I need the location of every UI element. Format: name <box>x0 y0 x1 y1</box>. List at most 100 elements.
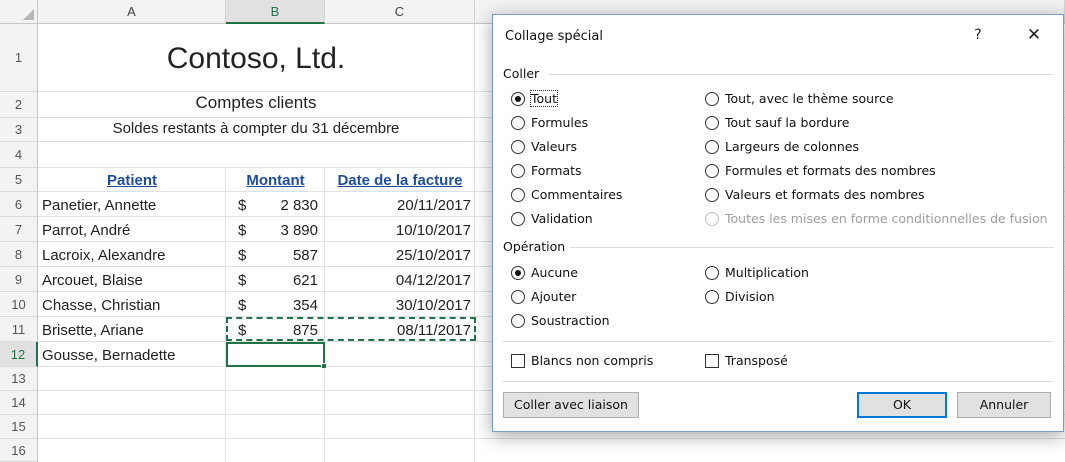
paste-link-button[interactable]: Coller avec liaison <box>503 392 639 418</box>
radio-tout-sauf-bordure[interactable]: Tout sauf la bordure <box>705 115 849 130</box>
row-header-16[interactable]: 16 <box>0 439 38 462</box>
radio-ajouter[interactable]: Ajouter <box>511 289 576 304</box>
radio-icon[interactable] <box>511 265 525 280</box>
radio-icon[interactable] <box>705 187 719 202</box>
radio-icon[interactable] <box>511 187 525 202</box>
sheet-title[interactable]: Contoso, Ltd. <box>38 42 474 76</box>
radio-icon[interactable] <box>511 91 525 106</box>
radio-division[interactable]: Division <box>705 289 775 304</box>
checkbox-icon[interactable] <box>511 353 525 368</box>
radio-label: Aucune <box>531 265 578 280</box>
row-header-15[interactable]: 15 <box>0 415 38 439</box>
radio-icon[interactable] <box>511 211 525 226</box>
cell-name[interactable]: Gousse, Bernadette <box>42 347 175 364</box>
row-header-5[interactable]: 5 <box>0 168 38 192</box>
sheet-subtitle-2[interactable]: Soldes restants à compter du 31 décembre <box>38 120 474 137</box>
radio-largeurs-colonnes[interactable]: Largeurs de colonnes <box>705 139 859 154</box>
cell-date[interactable]: 30/10/2017 <box>325 297 471 314</box>
cell-currency[interactable]: $ <box>238 297 246 314</box>
radio-valeurs-formats-nombres[interactable]: Valeurs et formats des nombres <box>705 187 925 202</box>
row-header-12[interactable]: 12 <box>0 342 38 367</box>
header-montant[interactable]: Montant <box>226 172 325 189</box>
radio-icon[interactable] <box>705 289 719 304</box>
row-header-3[interactable]: 3 <box>0 118 38 142</box>
sheet-subtitle[interactable]: Comptes clients <box>38 93 474 113</box>
radio-label: Validation <box>531 211 593 226</box>
radio-label: Toutes les mises en forme conditionnelle… <box>725 211 1048 226</box>
radio-label: Tout, avec le thème source <box>725 91 894 106</box>
checkbox-label: Blancs non compris <box>531 353 654 368</box>
row-header-6[interactable]: 6 <box>0 192 38 217</box>
paste-special-dialog: Collage spécial ? ✕ Coller Tout Formules… <box>492 14 1064 432</box>
row-header-8[interactable]: 8 <box>0 242 38 267</box>
active-cell-b12[interactable] <box>226 342 327 369</box>
cell-amount[interactable]: 621 <box>250 272 318 289</box>
cell-name[interactable]: Chasse, Christian <box>42 297 160 314</box>
help-button[interactable]: ? <box>965 23 991 47</box>
header-date[interactable]: Date de la facture <box>325 172 475 189</box>
row-header-7[interactable]: 7 <box>0 217 38 242</box>
cell-name[interactable]: Parrot, André <box>42 222 130 239</box>
cell-name[interactable]: Brisette, Ariane <box>42 322 144 339</box>
checkbox-blancs-non-compris[interactable]: Blancs non compris <box>511 353 653 368</box>
column-header-a[interactable]: A <box>38 0 226 24</box>
row-header-4[interactable]: 4 <box>0 142 38 168</box>
cell-amount[interactable]: 354 <box>250 297 318 314</box>
row-header-2[interactable]: 2 <box>0 92 38 118</box>
cancel-button[interactable]: Annuler <box>957 392 1051 418</box>
cell-date[interactable]: 25/10/2017 <box>325 247 471 264</box>
row-header-14[interactable]: 14 <box>0 391 38 415</box>
checkbox-transpose[interactable]: Transposé <box>705 353 788 368</box>
radio-tout[interactable]: Tout <box>511 90 558 107</box>
ok-button[interactable]: OK <box>857 392 947 418</box>
row-header-11[interactable]: 11 <box>0 317 38 342</box>
radio-label: Soustraction <box>531 313 610 328</box>
radio-icon[interactable] <box>705 163 719 178</box>
radio-icon[interactable] <box>705 139 719 154</box>
cell-currency[interactable]: $ <box>238 272 246 289</box>
radio-commentaires[interactable]: Commentaires <box>511 187 622 202</box>
column-header-c[interactable]: C <box>325 0 475 24</box>
cell-currency[interactable]: $ <box>238 247 246 264</box>
cell-date[interactable]: 20/11/2017 <box>325 197 471 214</box>
cell-date[interactable]: 10/10/2017 <box>325 222 471 239</box>
select-all-corner[interactable] <box>0 0 38 24</box>
header-patient[interactable]: Patient <box>38 172 226 189</box>
row-header-1[interactable]: 1 <box>0 24 38 92</box>
radio-icon[interactable] <box>511 289 525 304</box>
copy-marquee <box>226 317 476 341</box>
cell-amount[interactable]: 587 <box>250 247 318 264</box>
radio-icon[interactable] <box>511 313 525 328</box>
radio-valeurs[interactable]: Valeurs <box>511 139 577 154</box>
row-header-9[interactable]: 9 <box>0 267 38 292</box>
radio-label: Formules <box>531 115 589 130</box>
radio-icon[interactable] <box>511 139 525 154</box>
fill-handle[interactable] <box>321 363 327 369</box>
cell-amount[interactable]: 2 830 <box>250 197 318 214</box>
cell-currency[interactable]: $ <box>238 197 246 214</box>
checkbox-icon[interactable] <box>705 353 719 368</box>
column-header-b[interactable]: B <box>226 0 325 24</box>
cell-date[interactable]: 04/12/2017 <box>325 272 471 289</box>
radio-icon[interactable] <box>705 115 719 130</box>
close-icon[interactable]: ✕ <box>1021 23 1047 47</box>
radio-icon[interactable] <box>705 91 719 106</box>
row-header-13[interactable]: 13 <box>0 367 38 391</box>
cell-name[interactable]: Panetier, Annette <box>42 197 156 214</box>
radio-formules[interactable]: Formules <box>511 115 588 130</box>
radio-soustraction[interactable]: Soustraction <box>511 313 610 328</box>
radio-tout-theme-source[interactable]: Tout, avec le thème source <box>705 91 894 106</box>
radio-icon[interactable] <box>511 115 525 130</box>
radio-icon[interactable] <box>511 163 525 178</box>
row-header-10[interactable]: 10 <box>0 292 38 317</box>
cell-name[interactable]: Arcouet, Blaise <box>42 272 143 289</box>
radio-validation[interactable]: Validation <box>511 211 593 226</box>
radio-formats[interactable]: Formats <box>511 163 582 178</box>
radio-multiplication[interactable]: Multiplication <box>705 265 809 280</box>
cell-amount[interactable]: 3 890 <box>250 222 318 239</box>
cell-currency[interactable]: $ <box>238 222 246 239</box>
radio-formules-formats-nombres[interactable]: Formules et formats des nombres <box>705 163 936 178</box>
radio-icon[interactable] <box>705 265 719 280</box>
cell-name[interactable]: Lacroix, Alexandre <box>42 247 165 264</box>
radio-aucune[interactable]: Aucune <box>511 265 578 280</box>
